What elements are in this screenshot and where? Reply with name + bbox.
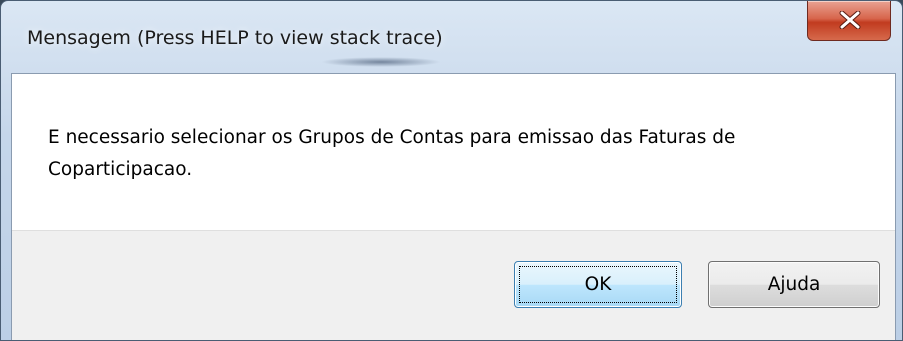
close-button[interactable] — [807, 1, 891, 41]
window-title: Mensagem (Press HELP to view stack trace… — [27, 27, 443, 49]
help-button-label: Ajuda — [767, 274, 821, 295]
title-glow-decoration — [321, 57, 441, 67]
focus-ring — [519, 266, 677, 303]
title-bar[interactable]: Mensagem (Press HELP to view stack trace… — [1, 1, 902, 71]
dialog-window: Mensagem (Press HELP to view stack trace… — [0, 0, 903, 341]
close-icon — [839, 11, 861, 29]
ok-button[interactable]: OK — [514, 261, 682, 308]
dialog-content: E necessario selecionar os Grupos de Con… — [11, 73, 896, 340]
button-bar: OK Ajuda — [12, 230, 895, 340]
help-button[interactable]: Ajuda — [708, 261, 880, 308]
dialog-message: E necessario selecionar os Grupos de Con… — [48, 127, 736, 180]
